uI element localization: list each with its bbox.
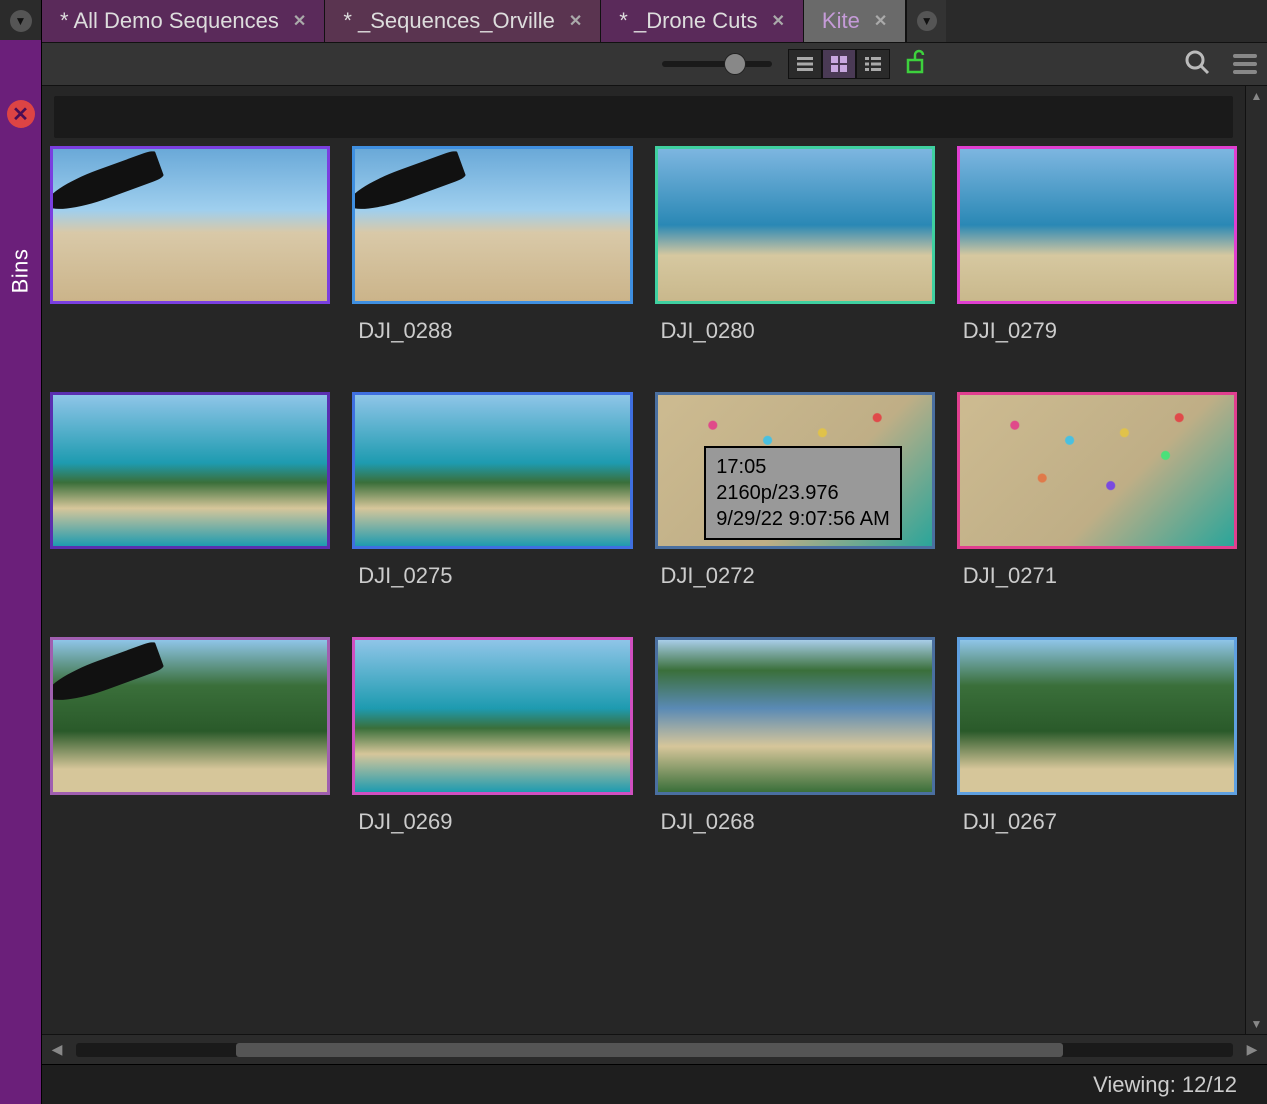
bins-panel: ✕ Bins bbox=[0, 40, 41, 1104]
clip-thumbnail[interactable] bbox=[50, 146, 330, 304]
sidebar-disclose-icon[interactable]: ▼ bbox=[10, 10, 32, 32]
clip-thumbnail[interactable] bbox=[655, 146, 935, 304]
clip-thumbnail[interactable] bbox=[352, 146, 632, 304]
clip-label: DJI_0269 bbox=[352, 795, 632, 863]
clip-item[interactable]: DJI_0268 bbox=[655, 637, 935, 863]
clip-item[interactable]: DJI_0288 bbox=[352, 146, 632, 372]
tooltip-format: 2160p/23.976 bbox=[716, 480, 889, 506]
main-area: * All Demo Sequences ✕ * _Sequences_Orvi… bbox=[42, 0, 1267, 1104]
clip-label: DJI_0267 bbox=[957, 795, 1237, 863]
clip-item[interactable]: DJI_0271 bbox=[957, 392, 1237, 618]
viewing-count: Viewing: 12/12 bbox=[1093, 1072, 1237, 1098]
close-tab-icon[interactable]: ✕ bbox=[569, 11, 582, 31]
hscroll-track[interactable] bbox=[76, 1043, 1233, 1057]
bins-sidebar: ▼ ✕ Bins bbox=[0, 0, 42, 1104]
tooltip-date: 9/29/22 9:07:56 AM bbox=[716, 506, 889, 532]
bin-content: DJI_0288 DJI_0280 DJI_0279 DJI_0275 17:05216… bbox=[42, 86, 1267, 1034]
scroll-right-icon[interactable]: ▶ bbox=[1237, 1041, 1267, 1058]
clip-item[interactable] bbox=[50, 146, 330, 372]
tab-drone-cuts[interactable]: * _Drone Cuts ✕ bbox=[601, 0, 804, 42]
clip-item[interactable]: 17:052160p/23.9769/29/22 9:07:56 AM DJI_0… bbox=[655, 392, 935, 618]
scroll-left-icon[interactable]: ◀ bbox=[42, 1041, 72, 1058]
tab-sequences-orville[interactable]: * _Sequences_Orville ✕ bbox=[325, 0, 601, 42]
tooltip-duration: 17:05 bbox=[716, 454, 889, 480]
close-tab-icon[interactable]: ✕ bbox=[771, 11, 784, 31]
clip-item[interactable]: DJI_0267 bbox=[957, 637, 1237, 863]
clip-thumbnail[interactable] bbox=[352, 392, 632, 550]
close-tab-icon[interactable]: ✕ bbox=[874, 11, 887, 31]
tab-bar: * All Demo Sequences ✕ * _Sequences_Orvi… bbox=[42, 0, 1267, 42]
view-mode-group bbox=[788, 49, 890, 79]
view-text-button[interactable] bbox=[788, 49, 822, 79]
list-icon bbox=[795, 54, 815, 74]
clip-thumbnail[interactable] bbox=[655, 637, 935, 795]
close-icon[interactable]: ✕ bbox=[7, 100, 35, 128]
clip-label bbox=[50, 304, 330, 346]
clip-thumbnail[interactable] bbox=[50, 392, 330, 550]
clip-thumbnail[interactable] bbox=[957, 146, 1237, 304]
clip-grid: DJI_0288 DJI_0280 DJI_0279 DJI_0275 17:05216… bbox=[42, 146, 1245, 873]
view-frame-button[interactable] bbox=[822, 49, 856, 79]
clip-item[interactable]: DJI_0280 bbox=[655, 146, 935, 372]
horizontal-scrollbar[interactable]: ◀ ▶ bbox=[42, 1034, 1267, 1064]
clip-label: DJI_0288 bbox=[352, 304, 632, 372]
slider-thumb[interactable] bbox=[724, 53, 746, 75]
clip-label: DJI_0275 bbox=[352, 549, 632, 617]
clip-item[interactable]: DJI_0275 bbox=[352, 392, 632, 618]
clip-item[interactable] bbox=[50, 637, 330, 863]
clip-item[interactable]: DJI_0279 bbox=[957, 146, 1237, 372]
thumbnail-size-slider[interactable] bbox=[662, 61, 772, 67]
bin-toolbar bbox=[42, 42, 1267, 86]
clip-label: DJI_0268 bbox=[655, 795, 935, 863]
scroll-up-icon[interactable]: ▲ bbox=[1246, 86, 1267, 106]
tab-label: * _Drone Cuts bbox=[619, 8, 757, 34]
search-icon[interactable] bbox=[1183, 48, 1211, 81]
vertical-scrollbar[interactable]: ▲ ▼ bbox=[1245, 86, 1267, 1034]
clip-thumbnail[interactable] bbox=[50, 637, 330, 795]
clip-label: DJI_0279 bbox=[957, 304, 1237, 372]
tab-label: Kite bbox=[822, 8, 860, 34]
clip-item[interactable] bbox=[50, 392, 330, 618]
menu-icon[interactable] bbox=[1233, 54, 1257, 74]
unlock-icon[interactable] bbox=[904, 48, 926, 81]
hscroll-thumb[interactable] bbox=[236, 1043, 1063, 1057]
chevron-down-icon: ▼ bbox=[917, 11, 937, 31]
tab-label: * _Sequences_Orville bbox=[343, 8, 555, 34]
tab-all-demo-sequences[interactable]: * All Demo Sequences ✕ bbox=[42, 0, 325, 42]
view-script-button[interactable] bbox=[856, 49, 890, 79]
status-bar: Viewing: 12/12 bbox=[42, 1064, 1267, 1104]
clip-thumbnail[interactable] bbox=[957, 637, 1237, 795]
grid-icon bbox=[829, 54, 849, 74]
bin-header-bar bbox=[54, 96, 1233, 138]
app-root: ▼ ✕ Bins * All Demo Sequences ✕ * _Seque… bbox=[0, 0, 1267, 1104]
clip-thumbnail[interactable]: 17:052160p/23.9769/29/22 9:07:56 AM bbox=[655, 392, 935, 550]
tab-overflow[interactable]: ▼ bbox=[906, 0, 946, 42]
tab-kite[interactable]: Kite ✕ bbox=[804, 0, 906, 42]
clip-label: DJI_0280 bbox=[655, 304, 935, 372]
close-tab-icon[interactable]: ✕ bbox=[293, 11, 306, 31]
scroll-down-icon[interactable]: ▼ bbox=[1246, 1014, 1267, 1034]
clip-label bbox=[50, 795, 330, 837]
clip-scroll-area: DJI_0288 DJI_0280 DJI_0279 DJI_0275 17:05216… bbox=[42, 86, 1245, 1034]
clip-label: DJI_0271 bbox=[957, 549, 1237, 617]
clip-thumbnail[interactable] bbox=[352, 637, 632, 795]
clip-label bbox=[50, 549, 330, 591]
clip-label: DJI_0272 bbox=[655, 549, 935, 617]
bins-label: Bins bbox=[8, 249, 34, 294]
clip-tooltip: 17:052160p/23.9769/29/22 9:07:56 AM bbox=[704, 446, 901, 540]
tab-label: * All Demo Sequences bbox=[60, 8, 279, 34]
detail-list-icon bbox=[863, 54, 883, 74]
clip-thumbnail[interactable] bbox=[957, 392, 1237, 550]
clip-item[interactable]: DJI_0269 bbox=[352, 637, 632, 863]
